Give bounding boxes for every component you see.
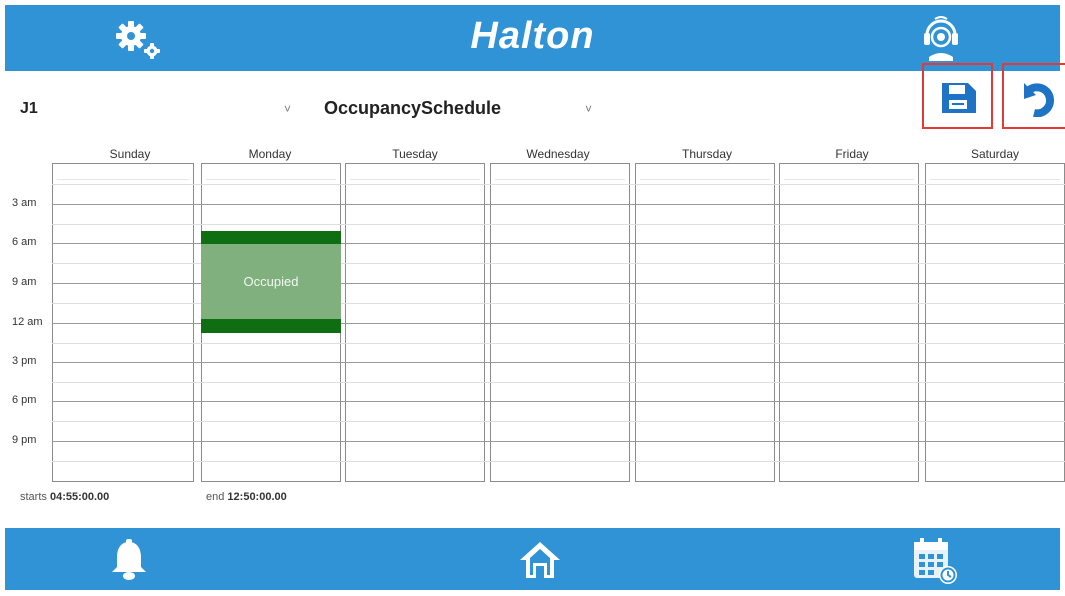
time-label: 3 am [12,197,37,209]
hour-gridline [52,401,1065,402]
hour-gridline [52,362,1065,363]
column-hint-line [206,170,336,180]
time-label: 12 am [12,316,43,328]
column-hint-line [640,170,770,180]
event-end-info: end 12:50:00.00 [206,491,287,503]
event-label: Occupied [243,274,299,289]
start-label: starts [20,491,47,503]
undo-button[interactable] [1002,63,1065,129]
undo-icon [1024,83,1055,117]
schedule-dropdown-caret[interactable]: ˅ [585,102,592,116]
event-start-handle[interactable] [201,231,341,244]
occupied-event-block[interactable]: Occupied [201,231,341,333]
sub-gridline [52,184,1065,185]
home-icon[interactable] [518,540,562,580]
day-header-wednesday: Wednesday [526,147,590,161]
start-value: 04:55:00.00 [49,491,110,503]
end-label: end [206,491,225,503]
end-value: 12:50:00.00 [227,491,287,503]
day-header-tuesday: Tuesday [392,147,438,161]
zone-dropdown-caret[interactable]: ˅ [284,102,291,116]
column-hint-line [495,170,625,180]
sub-gridline [52,343,1065,344]
support-headset-icon[interactable] [921,13,961,65]
top-bar: Halton [5,5,1060,71]
hour-gridline [52,204,1065,205]
day-header-thursday: Thursday [681,147,733,161]
time-label: 6 am [12,236,37,248]
column-hint-line [57,170,189,180]
time-label: 6 pm [12,394,37,406]
day-header-sunday: Sunday [109,147,151,161]
day-header-friday: Friday [835,147,869,161]
column-hint-line [784,170,914,180]
sub-gridline [52,224,1065,225]
schedule-select-value[interactable]: OccupancySchedule [324,98,501,119]
sub-gridline [52,461,1065,462]
time-label: 3 pm [12,355,37,367]
halton-logo: Halton [470,15,595,57]
time-label: 9 pm [12,434,37,446]
sub-gridline [52,382,1065,383]
zone-select-value[interactable]: J1 [20,100,38,118]
calendar-icon[interactable] [910,536,960,586]
bell-icon[interactable] [109,539,149,581]
day-header-saturday: Saturday [970,147,1020,161]
time-label: 9 am [12,276,37,288]
column-hint-line [350,170,480,180]
sub-gridline [52,421,1065,422]
schedule-controls: J1 ˅ OccupancySchedule ˅ [0,63,1065,142]
hour-gridline [52,441,1065,442]
day-header-monday: Monday [248,147,292,161]
event-end-handle[interactable] [201,319,341,333]
event-start-info: starts 04:55:00.00 [20,491,109,503]
bottom-nav-bar [5,528,1060,590]
save-button[interactable] [922,63,993,129]
save-icon [942,83,976,113]
column-hint-line [930,170,1060,180]
